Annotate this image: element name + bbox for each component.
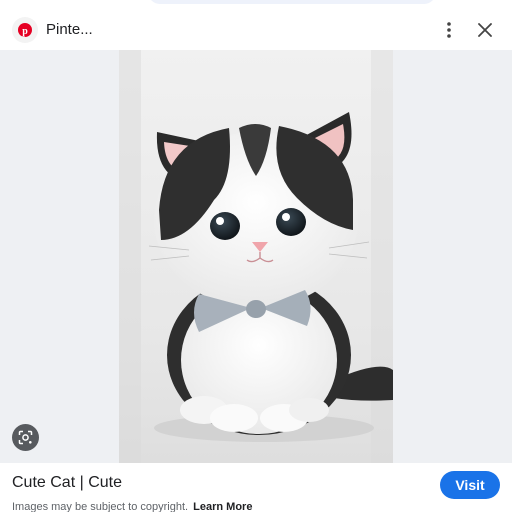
image-viewer	[0, 50, 512, 463]
kitten-image[interactable]	[119, 50, 393, 463]
image-viewer-page: p Pinte... Cute Cat | Cute Images may be…	[0, 0, 512, 512]
close-icon[interactable]	[473, 18, 497, 42]
viewer-header: p Pinte...	[0, 10, 512, 50]
copyright-notice: Images may be subject to copyright. Lear…	[12, 501, 252, 512]
search-bar-edge	[148, 0, 436, 4]
learn-more-link[interactable]: Learn More	[193, 501, 252, 512]
source-site-title[interactable]: Pinte...	[46, 21, 93, 38]
result-title[interactable]: Cute Cat | Cute	[12, 474, 122, 492]
kitten-illustration	[119, 50, 393, 463]
visit-button[interactable]: Visit	[440, 471, 500, 499]
copyright-text: Images may be subject to copyright.	[12, 501, 189, 512]
google-lens-icon[interactable]	[12, 424, 39, 451]
more-vert-icon[interactable]	[437, 18, 461, 42]
svg-text:p: p	[22, 26, 28, 37]
pinterest-icon: p	[12, 17, 38, 43]
